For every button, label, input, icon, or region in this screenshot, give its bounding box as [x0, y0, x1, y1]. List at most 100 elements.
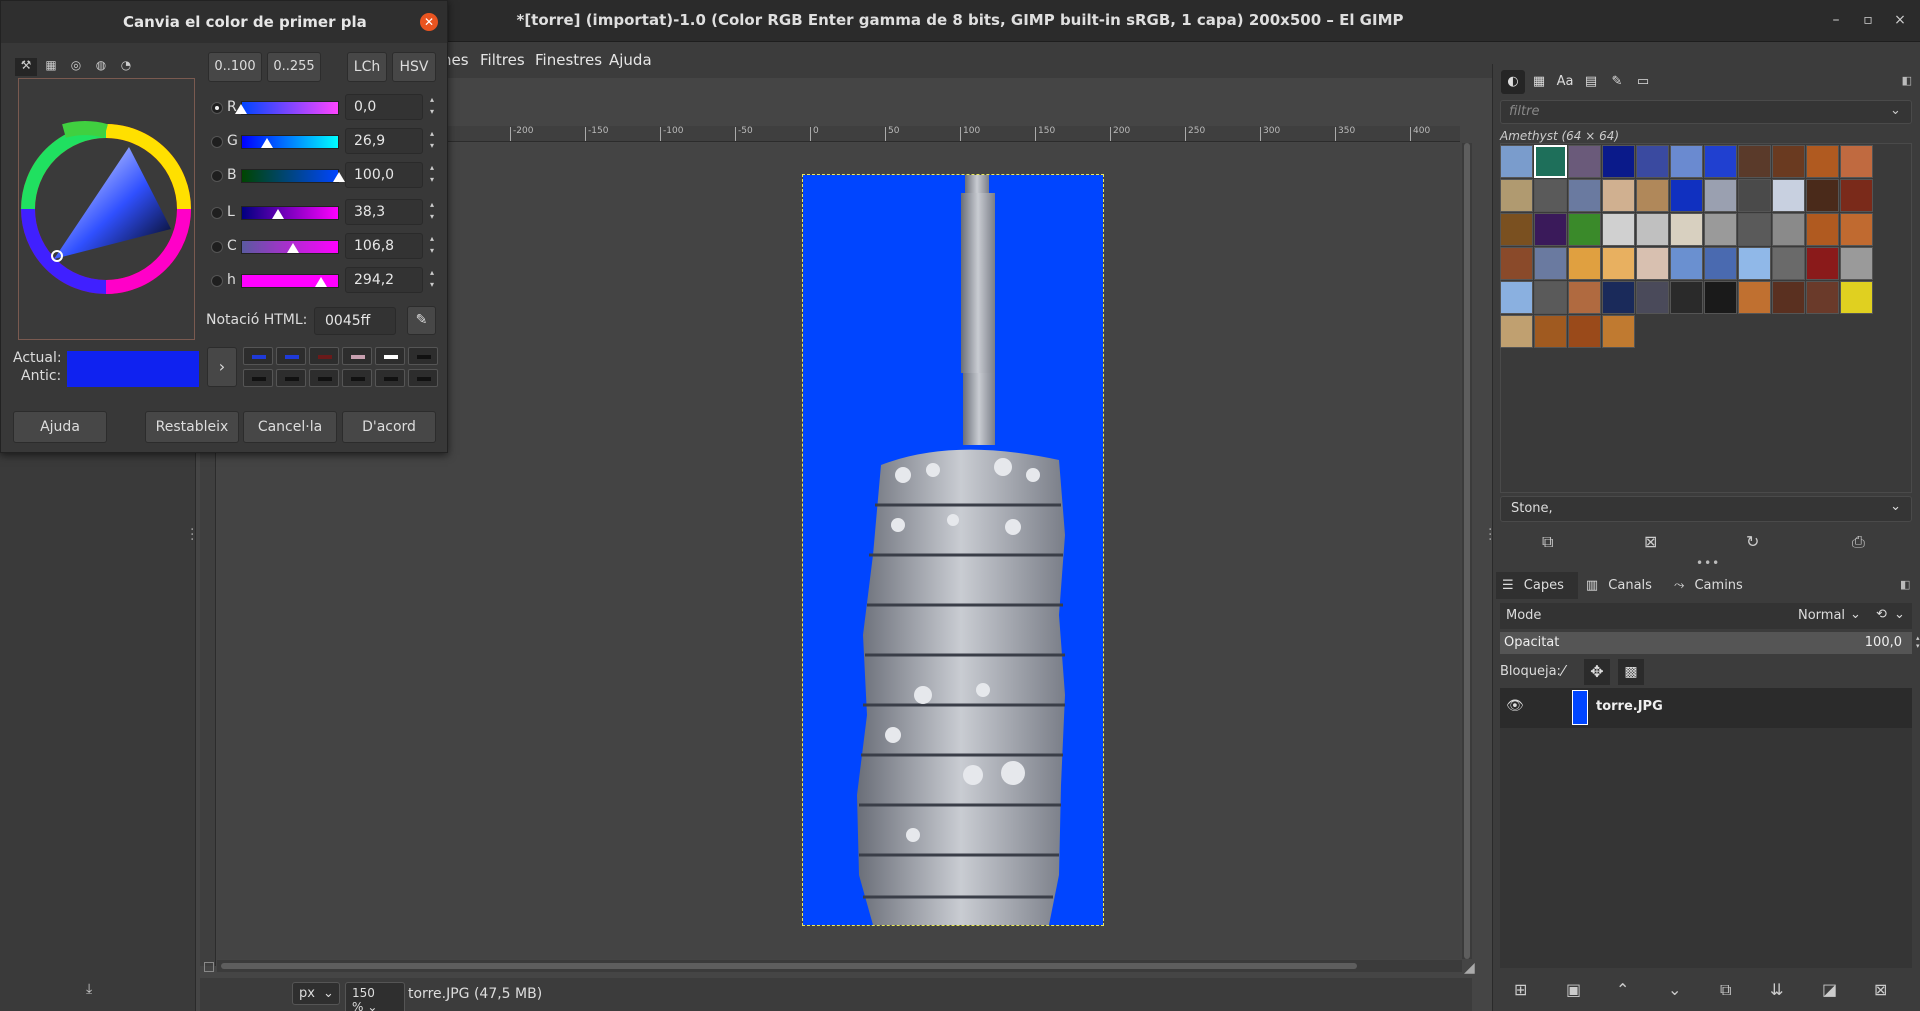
channel-slider-marker[interactable]	[286, 243, 299, 253]
color-history-swatch[interactable]	[408, 347, 438, 365]
close-icon[interactable]: ✕	[420, 13, 438, 31]
color-history-swatch[interactable]	[309, 369, 339, 387]
color-history-swatch[interactable]	[243, 347, 273, 365]
pattern-swatch[interactable]	[1670, 145, 1703, 178]
menu-item-help[interactable]: Ajuda	[609, 51, 652, 69]
pattern-swatch[interactable]	[1602, 213, 1635, 246]
horizontal-scrollbar-thumb[interactable]	[221, 963, 1357, 969]
delete-layer-icon[interactable]: ⊠	[1874, 980, 1887, 999]
duplicate-pattern-icon[interactable]: ⧉	[1542, 532, 1553, 552]
color-history-swatch[interactable]	[375, 369, 405, 387]
triangle-selector-icon[interactable]: ◎	[65, 58, 87, 76]
pattern-swatch[interactable]	[1500, 145, 1533, 178]
pattern-swatch[interactable]	[1806, 281, 1839, 314]
pattern-swatch[interactable]	[1738, 213, 1771, 246]
reset-mode-icon[interactable]: ⟲	[1876, 607, 1887, 622]
tab-paths[interactable]: ⤳ Camins	[1668, 572, 1757, 599]
pattern-swatch[interactable]	[1704, 281, 1737, 314]
pattern-swatch[interactable]	[1568, 179, 1601, 212]
tab-layers[interactable]: ☰ Capes	[1496, 572, 1578, 599]
cancel-button[interactable]: Cancel·la	[243, 411, 337, 443]
color-wheel[interactable]	[19, 79, 194, 339]
new-layer-icon[interactable]: ⊞	[1514, 980, 1527, 999]
delete-pattern-icon[interactable]: ⊠	[1644, 532, 1657, 551]
navigate-icon[interactable]: ◢	[1464, 960, 1475, 976]
lock-alpha-icon[interactable]: ▩	[1618, 659, 1644, 685]
lock-position-icon[interactable]: ✥	[1584, 659, 1610, 685]
pattern-swatch[interactable]	[1704, 179, 1737, 212]
pattern-swatch[interactable]	[1568, 145, 1601, 178]
channel-radio[interactable]	[211, 241, 223, 253]
color-history-swatch[interactable]	[342, 369, 372, 387]
pattern-swatch[interactable]	[1534, 145, 1567, 178]
new-layer-group-icon[interactable]: ▣	[1566, 980, 1581, 999]
channel-slider-marker[interactable]	[235, 104, 247, 114]
dock-grip-icon[interactable]: · · ·	[1488, 523, 1492, 547]
color-history-swatch[interactable]	[408, 369, 438, 387]
channel-slider-marker[interactable]	[261, 138, 274, 148]
dock-separator-grip[interactable]: •••	[1696, 556, 1720, 570]
channel-value-input[interactable]: 26,9	[345, 128, 423, 154]
channel-value-input[interactable]: 38,3	[345, 199, 423, 225]
pattern-swatch[interactable]	[1840, 247, 1873, 280]
pattern-swatch[interactable]	[1738, 179, 1771, 212]
menu-item-filters[interactable]: Filtres	[480, 51, 525, 69]
refresh-patterns-icon[interactable]: ↻	[1746, 532, 1759, 551]
pattern-swatch[interactable]	[1500, 281, 1533, 314]
layer-row[interactable]: 👁 torre.JPG	[1500, 688, 1912, 728]
reset-button[interactable]: Restableix	[145, 411, 239, 443]
tab-channels[interactable]: ▥ Canals	[1580, 572, 1666, 599]
pattern-swatch[interactable]	[1500, 179, 1533, 212]
unit-select[interactable]: px ⌄	[292, 982, 340, 1005]
vertical-scrollbar-thumb[interactable]	[1464, 143, 1470, 959]
chevron-down-icon[interactable]: ⌄	[1890, 103, 1901, 118]
channel-value-input[interactable]: 100,0	[345, 162, 423, 188]
pattern-swatch[interactable]	[1806, 213, 1839, 246]
color-history-swatch[interactable]	[309, 347, 339, 365]
pattern-swatch[interactable]	[1534, 281, 1567, 314]
fonts-tab-icon[interactable]: Aa	[1553, 70, 1577, 94]
dock-grip-icon[interactable]: · · ·	[190, 523, 194, 547]
pattern-swatch[interactable]	[1738, 247, 1771, 280]
export-icon[interactable]: ⤓	[86, 981, 92, 997]
spin-arrows-icon[interactable]: ▴ ▾	[425, 128, 439, 154]
channel-slider-marker[interactable]	[272, 209, 285, 219]
color-history-swatch[interactable]	[276, 347, 306, 365]
pattern-swatch[interactable]	[1636, 281, 1669, 314]
pattern-swatch[interactable]	[1602, 179, 1635, 212]
pattern-swatch[interactable]	[1704, 213, 1737, 246]
add-to-history-arrow-icon[interactable]: ›	[207, 347, 237, 387]
wheel-selector-icon[interactable]: ◔	[115, 58, 137, 76]
pattern-swatch[interactable]	[1840, 213, 1873, 246]
pattern-swatch[interactable]	[1738, 281, 1771, 314]
duplicate-layer-icon[interactable]: ⧉	[1720, 980, 1731, 1000]
channel-radio[interactable]	[211, 136, 223, 148]
pattern-swatch[interactable]	[1534, 315, 1567, 348]
brushes-tab-icon[interactable]: ◐	[1501, 70, 1525, 94]
pattern-swatch[interactable]	[1670, 213, 1703, 246]
channel-radio[interactable]	[211, 275, 223, 287]
channel-slider-marker[interactable]	[315, 277, 328, 287]
visibility-eye-icon[interactable]: 👁	[1506, 698, 1524, 714]
pattern-swatch[interactable]	[1636, 179, 1669, 212]
layer-name[interactable]: torre.JPG	[1596, 699, 1663, 714]
pattern-swatch[interactable]	[1636, 247, 1669, 280]
menu-item-windows[interactable]: Finestres	[535, 51, 602, 69]
pattern-swatch[interactable]	[1602, 281, 1635, 314]
pattern-swatch[interactable]	[1840, 179, 1873, 212]
color-history-swatch[interactable]	[342, 347, 372, 365]
zoom-select[interactable]: 150 % ⌄	[345, 982, 405, 1011]
lch-button[interactable]: LCh	[347, 52, 387, 82]
pattern-swatch[interactable]	[1704, 247, 1737, 280]
channel-value-input[interactable]: 106,8	[345, 233, 423, 259]
pattern-swatch[interactable]	[1500, 213, 1533, 246]
gimp-selector-icon[interactable]: ⚒	[15, 58, 37, 76]
spin-arrows-icon[interactable]: ▴ ▾	[425, 267, 439, 293]
pattern-swatch[interactable]	[1534, 247, 1567, 280]
quick-mask-toggle[interactable]	[204, 962, 214, 972]
hsv-button[interactable]: HSV	[392, 52, 436, 82]
channel-value-input[interactable]: 0,0	[345, 94, 423, 120]
channel-slider[interactable]	[241, 135, 339, 149]
color-wheel-box[interactable]	[18, 78, 195, 340]
channel-radio[interactable]	[211, 102, 223, 114]
